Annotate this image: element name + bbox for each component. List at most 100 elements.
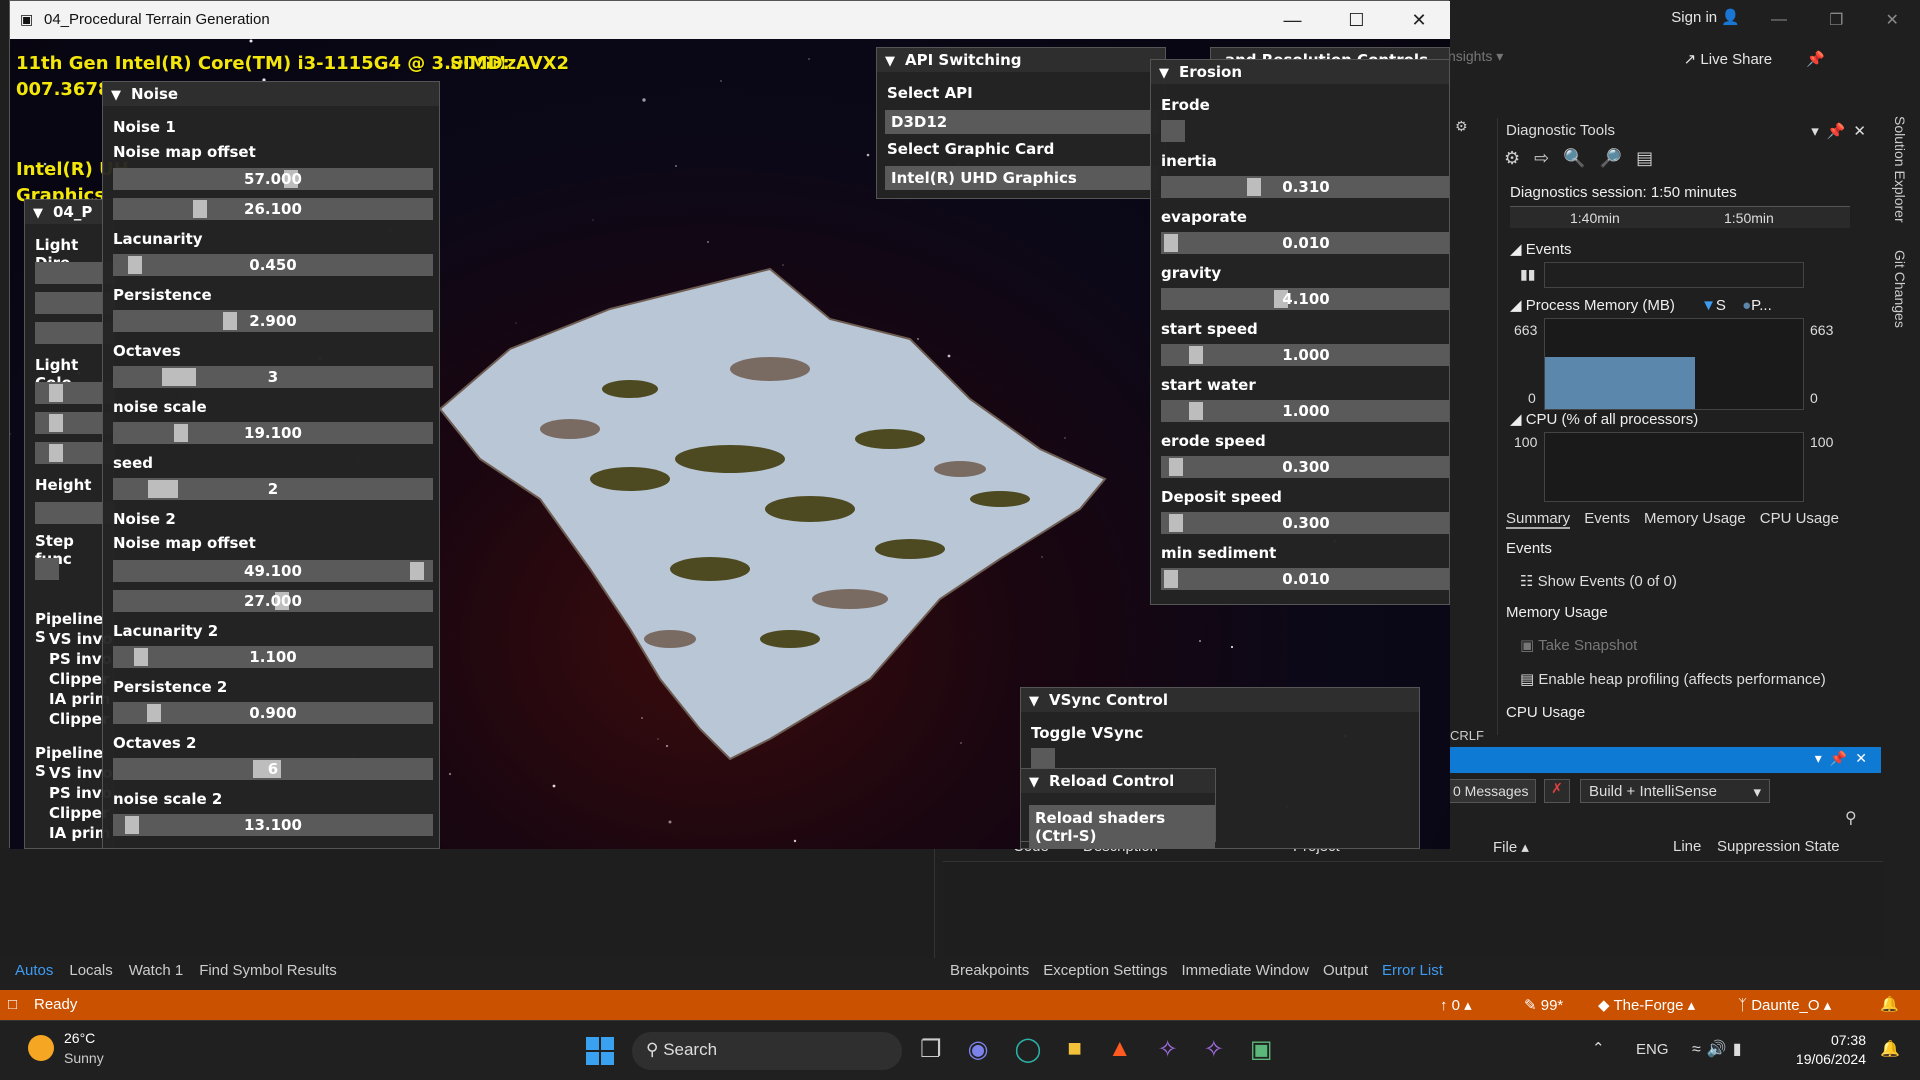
collapse-icon[interactable]: ▼ [111,88,121,103]
weather-icon[interactable] [28,1035,54,1061]
tab-locals[interactable]: Locals [69,962,112,979]
repo-button[interactable]: ◆ The-Forge ▴ [1598,996,1695,1014]
erode-speed-slider[interactable]: 0.300 [1161,456,1449,478]
take-snapshot-link[interactable]: ▣ Take Snapshot [1520,636,1637,654]
noise2-offset-x-slider[interactable]: 49.100 [113,560,433,582]
visual-studio-icon[interactable]: ✧ [1158,1035,1178,1064]
collapse-icon[interactable]: ▼ [885,54,895,69]
visual-studio-2-icon[interactable]: ✧ [1204,1035,1224,1064]
live-share-button[interactable]: ↗ Live Share 📌 [1684,50,1825,68]
erode-checkbox[interactable] [1161,120,1185,142]
noise-offset-x-slider[interactable]: 57.000 [113,168,433,190]
tab-autos[interactable]: Autos [15,962,53,979]
vsync-panel-header[interactable]: ▼ VSync Control [1021,688,1419,712]
changes-button[interactable]: ✎ 99* [1524,996,1563,1014]
system-tray[interactable]: ≈🔊▮ [1692,1039,1748,1059]
solution-explorer-tab[interactable]: Solution Explorer [1892,116,1908,223]
clock-date[interactable]: 19/06/2024 [1784,1051,1866,1067]
col-suppression[interactable]: Suppression State [1717,838,1840,861]
notification-icon[interactable]: 🔔 [1880,995,1899,1013]
noise-panel-header[interactable]: ▼ Noise [103,82,439,106]
reload-shaders-button[interactable]: Reload shaders (Ctrl-S) [1029,805,1215,849]
octaves-slider[interactable]: 3 [113,366,433,388]
tab-breakpoints[interactable]: Breakpoints [950,962,1029,979]
language-indicator[interactable]: ENG [1636,1041,1669,1058]
close-icon[interactable]: ✕ [1886,10,1899,30]
notification-bell-icon[interactable]: 🔔 [1880,1039,1900,1059]
noise-scale-slider[interactable]: 19.100 [113,422,433,444]
api-panel-header[interactable]: ▼ API Switching [877,48,1165,72]
tab-watch1[interactable]: Watch 1 [129,962,183,979]
tab-exception-settings[interactable]: Exception Settings [1043,962,1167,979]
evaporate-slider[interactable]: 0.010 [1161,232,1449,254]
insights-dropdown[interactable]: nsights ▾ [1448,48,1503,65]
gear-icon[interactable]: ⚙ [1504,148,1520,169]
export-icon[interactable]: ⇨ [1534,148,1549,169]
noise-scale2-slider[interactable]: 13.100 [113,814,433,836]
brave-icon[interactable]: ▲ [1108,1035,1132,1064]
tab-error-list[interactable]: Error List [1382,962,1443,979]
collapse-icon[interactable]: ▼ [1029,775,1039,790]
persistence-slider[interactable]: 2.900 [113,310,433,332]
edge-icon[interactable]: ◯ [1014,1035,1041,1064]
noise-offset-y-slider[interactable]: 26.100 [113,198,433,220]
build-source-select[interactable]: Build + IntelliSense ▾ [1580,779,1770,803]
col-line[interactable]: Line [1673,838,1717,861]
min-sediment-slider[interactable]: 0.010 [1161,568,1449,590]
git-changes-tab[interactable]: Git Changes [1892,250,1908,328]
tab-memory-usage[interactable]: Memory Usage [1644,510,1746,529]
branch-button[interactable]: ᛉ Daunte_O ▴ [1738,996,1831,1014]
api-combo[interactable]: D3D12 [885,110,1159,134]
cpu-header[interactable]: ◢ CPU (% of all processors) [1510,410,1698,428]
col-file[interactable]: File ▴ [1493,838,1673,861]
vsync-checkbox[interactable] [1031,748,1055,770]
events-header[interactable]: ◢ Events [1510,240,1572,258]
inertia-slider[interactable]: 0.310 [1161,176,1449,198]
lacunarity2-slider[interactable]: 1.100 [113,646,433,668]
search-icon[interactable]: ⚲ [1845,808,1857,828]
pane-controls[interactable]: ▾📌✕ [1809,747,1881,770]
collapse-icon[interactable]: ▼ [33,206,43,221]
collapse-icon[interactable]: ▼ [1029,694,1039,709]
task-view-icon[interactable]: ❐ [920,1035,942,1064]
app-titlebar[interactable]: ▣ 04_Procedural Terrain Generation — ☐ ✕ [10,1,1450,39]
deposit-speed-slider[interactable]: 0.300 [1161,512,1449,534]
seed-slider[interactable]: 2 [113,478,433,500]
weather-temp[interactable]: 26°C [64,1030,95,1046]
side-panel-header[interactable]: ▼ 04_P [25,200,113,224]
taskbar-search[interactable]: ⚲ Search [632,1032,902,1070]
gpu-combo[interactable]: Intel(R) UHD Graphics [885,166,1159,190]
app-window-icon[interactable]: ▣ [1250,1035,1273,1064]
timeline-ruler[interactable]: 1:40min 1:50min [1510,206,1850,228]
step-func-checkbox[interactable] [35,558,59,580]
pane-controls[interactable]: ▾📌✕ [1811,122,1874,140]
minimize-icon[interactable]: — [1283,10,1301,31]
tab-cpu-usage[interactable]: CPU Usage [1760,510,1839,529]
octaves2-slider[interactable]: 6 [113,758,433,780]
heap-profiling-link[interactable]: ▤ Enable heap profiling (affects perform… [1520,670,1826,688]
push-button[interactable]: ↑ 0 ▴ [1440,996,1472,1014]
clock-time[interactable]: 07:38 [1824,1032,1866,1048]
erosion-panel-header[interactable]: ▼ Erosion [1151,60,1449,84]
tab-output[interactable]: Output [1323,962,1368,979]
noise2-offset-y-slider[interactable]: 27.000 [113,590,433,612]
show-events-link[interactable]: ☷ Show Events (0 of 0) [1520,572,1677,590]
process-memory-header[interactable]: ◢ Process Memory (MB) ▼S ●P... [1510,296,1772,314]
tab-immediate[interactable]: Immediate Window [1181,962,1309,979]
chart-icon[interactable]: ▤ [1636,148,1653,169]
sign-in-link[interactable]: Sign in 👤 [1671,8,1740,26]
settings-icon[interactable]: ⚙ [1455,118,1468,135]
start-icon[interactable] [586,1037,614,1065]
gravity-slider[interactable]: 4.100 [1161,288,1449,310]
zoom-out-icon[interactable]: 🔎 [1600,148,1622,169]
start-water-slider[interactable]: 1.000 [1161,400,1449,422]
pause-icon[interactable]: ▮▮ [1520,266,1535,283]
minimize-icon[interactable]: — [1771,11,1787,29]
restore-icon[interactable]: ❐ [1829,10,1843,30]
maximize-icon[interactable]: ☐ [1348,10,1364,31]
start-speed-slider[interactable]: 1.000 [1161,344,1449,366]
tray-chevron-icon[interactable]: ⌃ [1592,1039,1605,1057]
filter-icon[interactable]: ✗ [1544,779,1570,803]
tab-find-symbol[interactable]: Find Symbol Results [199,962,337,979]
pin-icon[interactable]: 📌 [1806,51,1825,68]
